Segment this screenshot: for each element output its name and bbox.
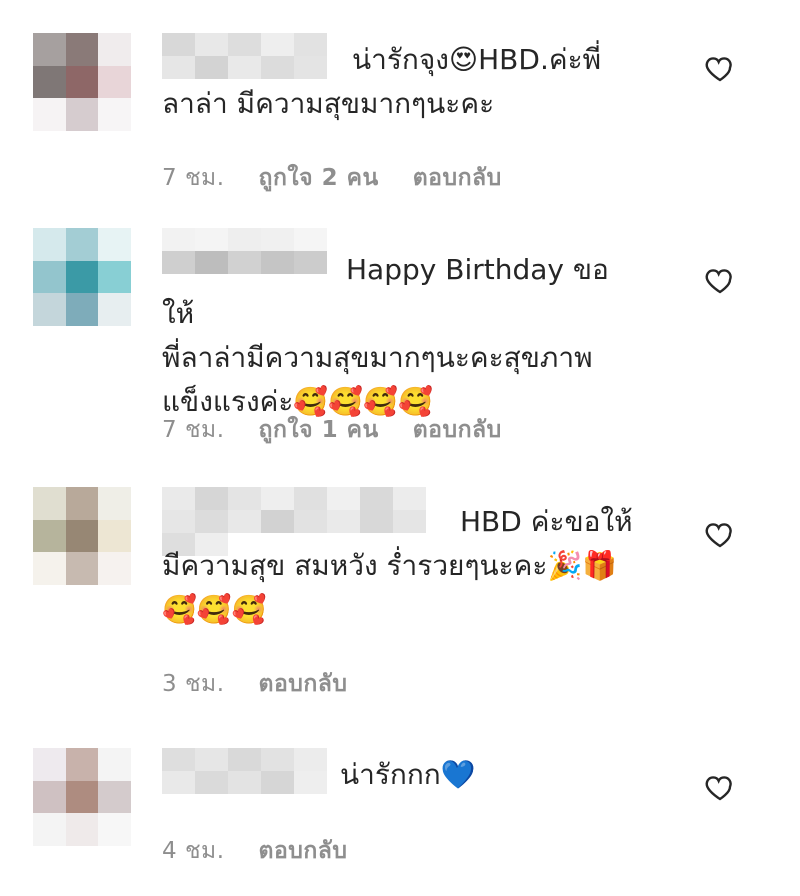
avatar-pixel	[98, 780, 131, 814]
reply-button[interactable]: ตอบกลับ	[413, 412, 502, 448]
comment-meta: 7 ชม. ถูกใจ 2 คน ตอบกลับ	[162, 160, 502, 196]
avatar-pixel	[65, 780, 99, 814]
avatar-pixel	[33, 813, 66, 846]
avatar-pixel	[98, 65, 131, 99]
avatar-pixel	[65, 487, 99, 520]
avatar-pixel	[33, 293, 66, 326]
avatar-pixel	[65, 293, 99, 326]
avatar-pixel	[98, 33, 131, 66]
avatar-pixel	[33, 519, 66, 553]
avatar-pixel	[98, 98, 131, 131]
avatar-pixel	[65, 65, 99, 99]
avatar-pixel	[33, 98, 66, 131]
comment-list: { "comments": [ { "text": "น่ารักจุง😍HBD…	[0, 0, 800, 896]
avatar-pixel	[65, 260, 99, 294]
comment-time[interactable]: 7 ชม.	[162, 412, 225, 448]
heart-icon[interactable]	[704, 264, 736, 296]
heart-icon[interactable]	[704, 52, 736, 84]
avatar-pixel	[33, 65, 66, 99]
avatar-pixel	[65, 748, 99, 781]
avatar-pixel	[33, 748, 66, 781]
avatar-pixel	[98, 260, 131, 294]
avatar-pixel	[33, 487, 66, 520]
avatar[interactable]	[33, 33, 131, 131]
avatar-pixel	[98, 552, 131, 585]
avatar-pixel	[98, 487, 131, 520]
comment-meta: 4 ชม. ตอบกลับ	[162, 833, 348, 869]
avatar-pixel	[65, 33, 99, 66]
avatar-pixel	[65, 552, 99, 585]
avatar-pixel	[98, 748, 131, 781]
comment-time[interactable]: 3 ชม.	[162, 666, 225, 702]
avatar-pixel	[98, 293, 131, 326]
likes-count[interactable]: ถูกใจ 2 คน	[259, 160, 379, 196]
comment-text: น่ารักจุง😍HBD.ค่ะพี่ ลาล่า มีความสุขมากๆ…	[162, 43, 602, 120]
avatar-pixel	[98, 519, 131, 553]
likes-count[interactable]: ถูกใจ 1 คน	[259, 412, 379, 448]
avatar-pixel	[33, 33, 66, 66]
avatar-pixel	[33, 552, 66, 585]
avatar[interactable]	[33, 748, 131, 846]
comment-time[interactable]: 4 ชม.	[162, 833, 225, 869]
comment-time[interactable]: 7 ชม.	[162, 160, 225, 196]
avatar-pixel	[65, 228, 99, 261]
comment-meta: 7 ชม. ถูกใจ 1 คน ตอบกลับ	[162, 412, 502, 448]
comment-text: น่ารักกก💙	[340, 758, 476, 791]
comment-meta: 3 ชม. ตอบกลับ	[162, 666, 348, 702]
comment-text: HBD ค่ะขอให้ มีความสุข สมหวัง ร่ำรวยๆนะค…	[162, 505, 633, 626]
avatar-pixel	[33, 260, 66, 294]
avatar-pixel	[33, 228, 66, 261]
avatar[interactable]	[33, 487, 131, 585]
reply-button[interactable]: ตอบกลับ	[259, 666, 348, 702]
reply-button[interactable]: ตอบกลับ	[413, 160, 502, 196]
comment-text: Happy Birthday ขอให้ พี่ลาล่ามีความสุขมา…	[162, 253, 609, 418]
avatar[interactable]	[33, 228, 131, 326]
avatar-pixel	[65, 813, 99, 846]
avatar-pixel	[98, 813, 131, 846]
avatar-pixel	[65, 519, 99, 553]
reply-button[interactable]: ตอบกลับ	[259, 833, 348, 869]
heart-icon[interactable]	[704, 771, 736, 803]
avatar-pixel	[65, 98, 99, 131]
avatar-pixel	[98, 228, 131, 261]
heart-icon[interactable]	[704, 518, 736, 550]
avatar-pixel	[33, 780, 66, 814]
